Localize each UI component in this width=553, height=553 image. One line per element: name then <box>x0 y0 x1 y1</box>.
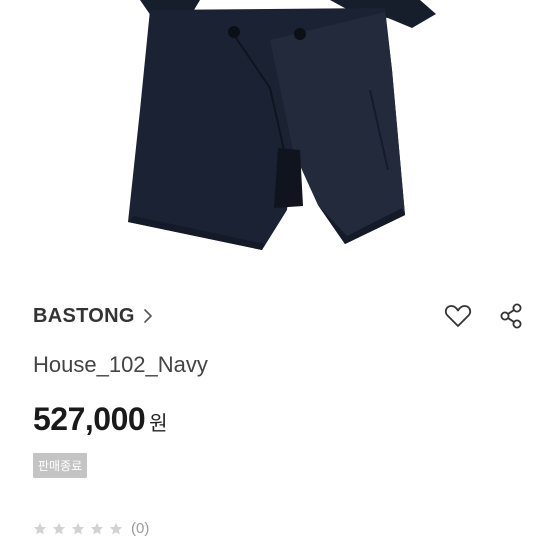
price-value: 527,000 <box>33 401 146 437</box>
star-icon <box>33 522 47 534</box>
price: 527,000 원 <box>33 401 168 438</box>
coat-illustration <box>128 0 436 250</box>
star-icon <box>71 522 85 534</box>
brand-link[interactable]: BASTONG <box>33 300 153 332</box>
product-name: House_102_Navy <box>33 352 208 377</box>
share-icon <box>500 303 522 329</box>
share-button[interactable] <box>495 300 527 332</box>
product-image[interactable] <box>0 0 553 280</box>
price-unit: 원 <box>149 411 168 435</box>
star-icon <box>52 522 66 534</box>
star-icon <box>109 522 123 534</box>
status-badge: 판매종료 <box>33 453 88 478</box>
review-count: (0) <box>131 520 150 537</box>
chevron-right-icon <box>143 309 153 323</box>
like-button[interactable] <box>442 300 474 332</box>
star-icon <box>90 522 104 534</box>
rating[interactable]: (0) <box>33 520 149 537</box>
brand-name: BASTONG <box>33 304 135 327</box>
heart-icon <box>444 305 472 327</box>
product-actions <box>442 300 527 332</box>
